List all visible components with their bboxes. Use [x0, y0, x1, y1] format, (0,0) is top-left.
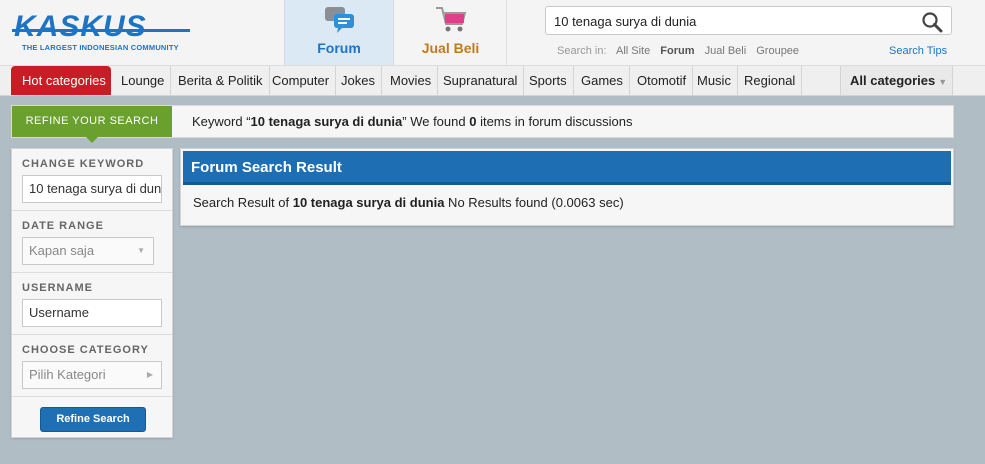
chevron-right-icon: ▶ — [146, 370, 153, 379]
search-in-options: Search in: All Site Forum Jual Beli Grou… — [557, 45, 806, 57]
category-sports[interactable]: Sports — [523, 66, 574, 95]
category-music[interactable]: Music — [691, 66, 738, 95]
all-categories-dropdown[interactable]: All categories ▼ — [840, 66, 953, 95]
date-range-title: DATE RANGE — [22, 220, 104, 232]
result-title: Forum Search Result — [191, 159, 342, 176]
keyword-field-value: 10 tenaga surya di dunia — [29, 181, 162, 196]
change-keyword-section: CHANGE KEYWORD 10 tenaga surya di dunia — [12, 149, 172, 211]
category-movies[interactable]: Movies — [384, 66, 439, 95]
result-prefix: Search Result of — [193, 195, 293, 210]
forum-icon — [325, 7, 354, 33]
category-select-value: Pilih Kategori — [29, 367, 106, 382]
date-range-value: Kapan saja — [29, 243, 95, 258]
search-in-forum[interactable]: Forum — [660, 45, 694, 57]
category-section: CHOOSE CATEGORY Pilih Kategori ▶ — [12, 335, 172, 397]
hot-categories-button[interactable]: Hot categories — [11, 66, 111, 95]
result-header: Forum Search Result — [183, 151, 951, 185]
username-field-placeholder: Username — [29, 305, 89, 320]
logo-text: KASKUS — [14, 10, 147, 43]
refine-tab-label: REFINE YOUR SEARCH — [25, 115, 159, 127]
username-section: USERNAME Username — [12, 273, 172, 335]
username-field[interactable]: Username — [22, 299, 162, 327]
category-select[interactable]: Pilih Kategori ▶ — [22, 361, 162, 389]
category-supranatural[interactable]: Supranatural — [437, 66, 525, 95]
category-games[interactable]: Games — [575, 66, 630, 95]
refine-search-button[interactable]: Refine Search — [40, 407, 146, 432]
keyword-msg-keyword: 10 tenaga surya di dunia — [250, 114, 403, 129]
change-keyword-title: CHANGE KEYWORD — [22, 158, 145, 170]
category-regional[interactable]: Regional — [738, 66, 803, 95]
refine-your-search-tab: REFINE YOUR SEARCH — [12, 106, 172, 143]
shopping-cart-icon — [435, 7, 466, 32]
kaskus-logo[interactable]: KASKUS THE LARGEST INDONESIAN COMMUNITY — [12, 10, 192, 56]
site-header: KASKUS THE LARGEST INDONESIAN COMMUNITY … — [0, 0, 985, 66]
keyword-msg-suffix: items in forum discussions — [476, 114, 633, 129]
choose-category-title: CHOOSE CATEGORY — [22, 344, 149, 356]
category-computer[interactable]: Computer — [266, 66, 337, 95]
chevron-down-icon: ▼ — [137, 246, 145, 255]
refine-bar: REFINE YOUR SEARCH Keyword “10 tenaga su… — [11, 105, 954, 143]
keyword-summary: Keyword “10 tenaga surya di dunia” We fo… — [192, 106, 633, 137]
date-range-section: DATE RANGE Kapan saja ▼ — [12, 211, 172, 273]
search-in-groupee[interactable]: Groupee — [756, 45, 799, 57]
tab-jual-beli-label: Jual Beli — [421, 40, 480, 56]
result-keyword: 10 tenaga surya di dunia — [292, 195, 445, 210]
category-bar: Hot categories Lounge Berita & Politik C… — [0, 66, 985, 96]
forum-search-result-panel: Forum Search Result Search Result of 10 … — [180, 148, 954, 226]
keyword-msg-prefix: Keyword “ — [192, 114, 251, 129]
search-icon[interactable] — [921, 11, 943, 33]
keyword-field[interactable]: 10 tenaga surya di dunia — [22, 175, 162, 203]
refine-tab-arrow — [86, 137, 98, 143]
category-otomotif[interactable]: Otomotif — [631, 66, 694, 95]
search-input[interactable] — [554, 11, 914, 31]
keyword-msg-mid: ” We found — [402, 114, 470, 129]
category-lounge[interactable]: Lounge — [115, 66, 172, 95]
search-tips-link[interactable]: Search Tips — [889, 45, 947, 57]
search-box — [545, 6, 952, 35]
result-summary: Search Result of 10 tenaga surya di duni… — [193, 195, 624, 210]
chevron-down-icon: ▼ — [938, 77, 948, 87]
category-jokes[interactable]: Jokes — [335, 66, 382, 95]
category-berita-politik[interactable]: Berita & Politik — [172, 66, 270, 95]
refine-sidebar: CHANGE KEYWORD 10 tenaga surya di dunia … — [11, 148, 173, 438]
search-in-label: Search in: — [557, 45, 607, 57]
search-in-all-site[interactable]: All Site — [616, 45, 650, 57]
all-categories-label: All categories — [850, 73, 936, 88]
logo-tagline: THE LARGEST INDONESIAN COMMUNITY — [22, 43, 179, 52]
tab-forum-label: Forum — [317, 40, 361, 56]
date-range-select[interactable]: Kapan saja ▼ — [22, 237, 154, 265]
tab-jual-beli[interactable]: Jual Beli — [395, 0, 507, 65]
search-in-jual-beli[interactable]: Jual Beli — [705, 45, 747, 57]
tab-forum[interactable]: Forum — [284, 0, 394, 65]
result-suffix: No Results found (0.0063 sec) — [444, 195, 624, 210]
username-title: USERNAME — [22, 282, 93, 294]
